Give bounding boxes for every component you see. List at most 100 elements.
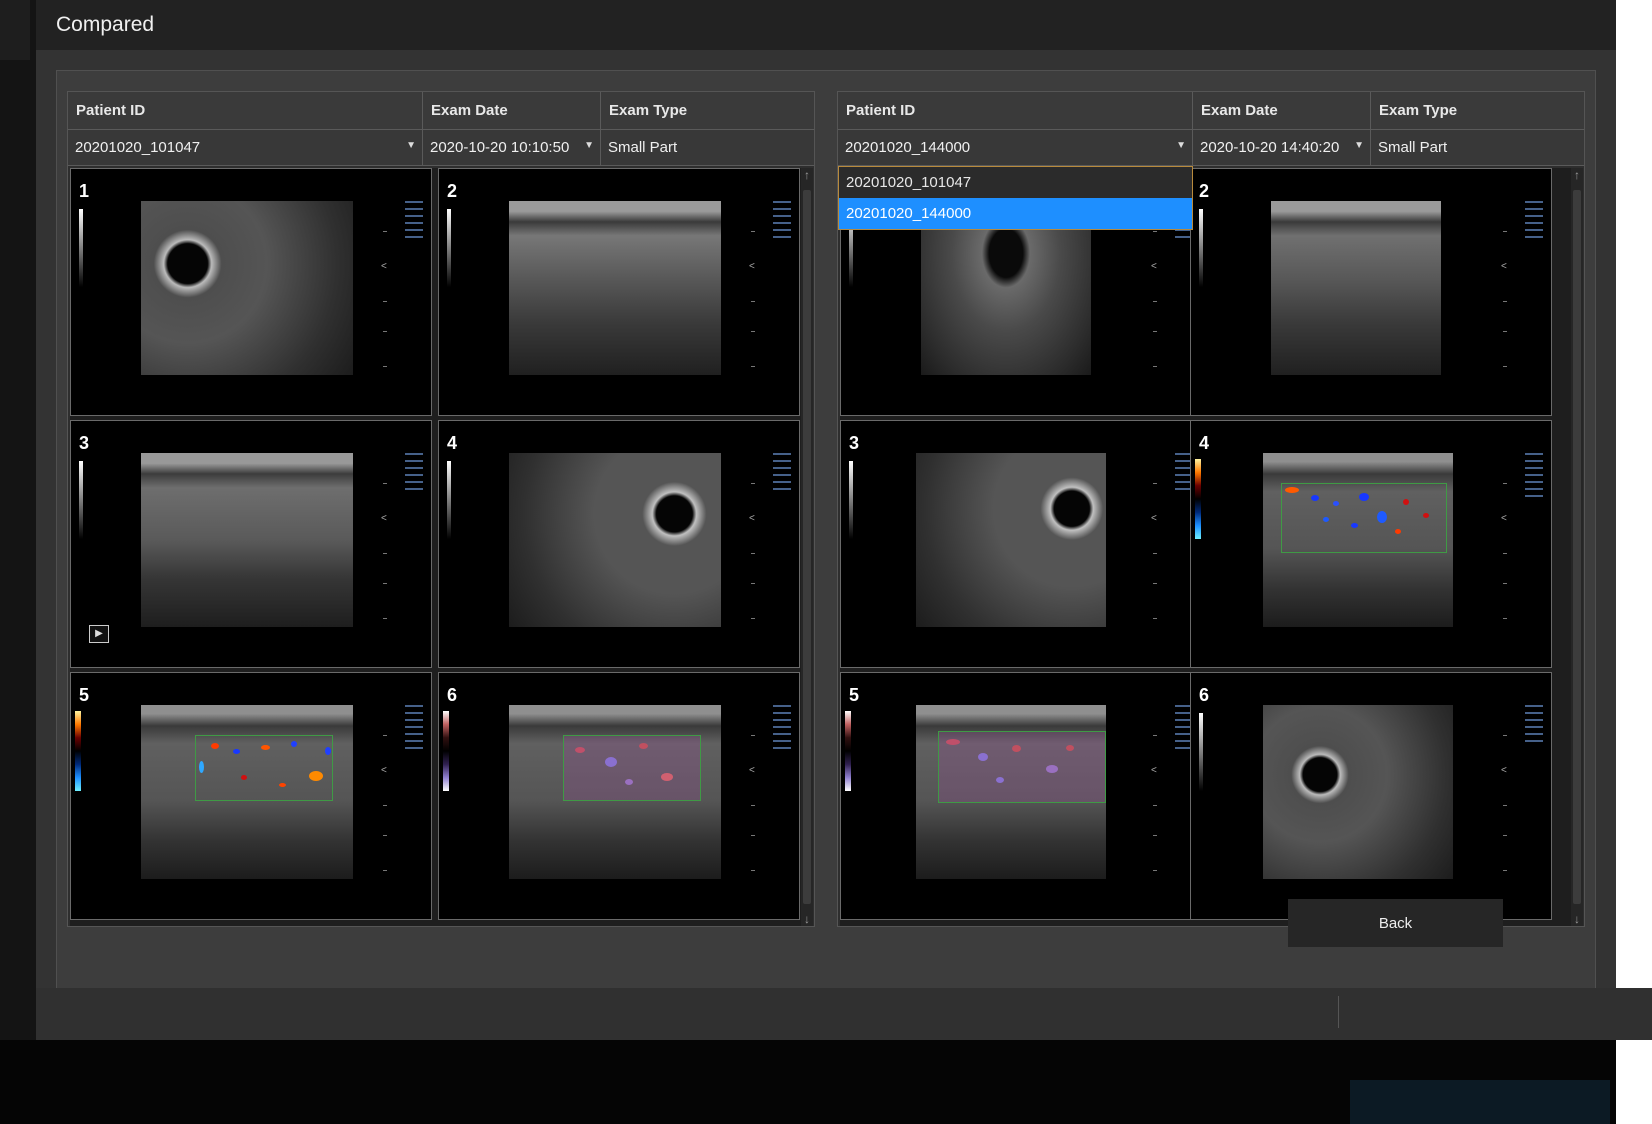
right-scrollbar[interactable]: ↑ ↓ <box>1571 168 1583 926</box>
ultrasound-image <box>509 705 721 879</box>
scan-parameters <box>773 453 795 495</box>
right-image-4[interactable]: 4 < <box>1190 420 1552 668</box>
arrow-down-icon[interactable]: ↓ <box>1571 912 1583 926</box>
bottom-panel <box>1350 1080 1610 1124</box>
left-patient-id-header: Patient ID <box>68 92 423 130</box>
power-doppler-scale-bar <box>443 711 449 791</box>
ultrasound-image <box>916 453 1106 627</box>
ultrasound-image <box>141 453 353 627</box>
depth-scale: < <box>1151 453 1159 627</box>
image-number: 1 <box>79 181 90 201</box>
left-image-3[interactable]: 3 < ▶ <box>70 420 432 668</box>
ultrasound-image <box>141 705 353 879</box>
image-number: 5 <box>849 685 860 705</box>
gray-scale-bar <box>1199 713 1203 791</box>
gray-scale-bar <box>447 209 451 287</box>
divider <box>1338 996 1339 1028</box>
arrow-up-icon[interactable]: ↑ <box>801 168 813 182</box>
depth-scale: < <box>749 453 757 627</box>
dialog-title-bar: Compared <box>36 0 1616 50</box>
back-button[interactable]: Back <box>1288 899 1503 947</box>
color-flow-scale-bar <box>75 711 81 791</box>
left-image-1[interactable]: 1 < <box>70 168 432 416</box>
left-image-4[interactable]: 4 < <box>438 420 800 668</box>
right-image-5[interactable]: 5 < <box>840 672 1202 920</box>
compare-dialog: Compared Patient ID Exam Date Exam Type … <box>36 0 1652 1040</box>
dropdown-option[interactable]: 20201020_101047 <box>839 167 1192 198</box>
image-number: 6 <box>1199 685 1210 705</box>
ultrasound-image <box>141 201 353 375</box>
depth-scale: < <box>1501 453 1509 627</box>
left-exam-date-value: 2020-10-20 10:10:50 <box>430 139 570 156</box>
left-exam-type-header: Exam Type <box>601 92 814 130</box>
right-image-grid: 1 < 2 < 3 < <box>840 168 1571 926</box>
right-exam-date-value: 2020-10-20 14:40:20 <box>1200 139 1340 156</box>
ultrasound-image <box>1263 705 1453 879</box>
depth-scale: < <box>1501 201 1509 375</box>
ultrasound-image <box>509 453 721 627</box>
image-number: 6 <box>447 685 458 705</box>
ultrasound-image <box>1271 201 1441 375</box>
left-exam-panel: Patient ID Exam Date Exam Type 20201020_… <box>67 91 815 927</box>
scan-parameters <box>773 705 795 754</box>
left-image-2[interactable]: 2 < <box>438 168 800 416</box>
image-number: 4 <box>1199 433 1210 453</box>
gray-scale-bar <box>849 461 853 539</box>
ultrasound-image <box>509 201 721 375</box>
right-image-3[interactable]: 3 < <box>840 420 1202 668</box>
color-flow-scale-bar <box>1195 459 1201 539</box>
arrow-down-icon[interactable]: ↓ <box>801 912 813 926</box>
gray-scale-bar <box>1199 209 1203 287</box>
gray-scale-bar <box>79 461 83 539</box>
right-exam-date-header: Exam Date <box>1193 92 1371 130</box>
right-image-2[interactable]: 2 < <box>1190 168 1552 416</box>
image-number: 4 <box>447 433 458 453</box>
caret-down-icon: ▼ <box>406 140 416 151</box>
depth-scale: < <box>381 453 389 627</box>
right-exam-date-select[interactable]: 2020-10-20 14:40:20 ▼ <box>1193 130 1371 166</box>
depth-scale: < <box>749 705 757 879</box>
color-box <box>938 731 1106 803</box>
right-exam-type-header: Exam Type <box>1371 92 1584 130</box>
scan-parameters <box>405 453 427 495</box>
left-image-grid: 1 < 2 < 3 < ▶ 4 < 5 < 6 < <box>70 168 801 926</box>
left-side-strip <box>0 0 37 1040</box>
ultrasound-image <box>1263 453 1453 627</box>
left-exam-date-header: Exam Date <box>423 92 601 130</box>
image-number: 3 <box>849 433 860 453</box>
scroll-thumb[interactable] <box>1573 190 1581 904</box>
play-icon[interactable]: ▶ <box>89 625 109 643</box>
side-tab[interactable] <box>0 0 30 60</box>
ultrasound-image <box>916 705 1106 879</box>
depth-scale: < <box>749 201 757 375</box>
caret-down-icon: ▼ <box>584 140 594 151</box>
depth-scale: < <box>381 201 389 375</box>
bottom-bar <box>0 1040 1616 1124</box>
patient-id-dropdown-list: 20201020_101047 20201020_144000 <box>838 166 1193 230</box>
scan-parameters <box>1525 201 1547 243</box>
left-scrollbar[interactable]: ↑ ↓ <box>801 168 813 926</box>
caret-down-icon: ▼ <box>1176 140 1186 151</box>
left-image-6[interactable]: 6 < <box>438 672 800 920</box>
left-exam-type-value: Small Part <box>601 130 814 166</box>
dialog-title: Compared <box>56 13 155 36</box>
right-exam-panel: Patient ID Exam Date Exam Type 20201020_… <box>837 91 1585 927</box>
right-image-6[interactable]: 6 < <box>1190 672 1552 920</box>
depth-scale: < <box>1501 705 1509 879</box>
scan-parameters <box>773 201 795 243</box>
gray-scale-bar <box>447 461 451 539</box>
left-image-5[interactable]: 5 < <box>70 672 432 920</box>
left-exam-date-select[interactable]: 2020-10-20 10:10:50 ▼ <box>423 130 601 166</box>
arrow-up-icon[interactable]: ↑ <box>1571 168 1583 182</box>
dropdown-option-selected[interactable]: 20201020_144000 <box>839 198 1192 229</box>
image-number: 2 <box>447 181 458 201</box>
compare-frame: Patient ID Exam Date Exam Type 20201020_… <box>56 70 1596 1016</box>
scan-parameters <box>405 201 427 243</box>
right-exam-type-value: Small Part <box>1371 130 1584 166</box>
left-patient-id-select[interactable]: 20201020_101047 ▼ <box>68 130 423 166</box>
depth-scale: < <box>1151 705 1159 879</box>
scroll-thumb[interactable] <box>803 190 811 904</box>
right-patient-id-select[interactable]: 20201020_144000 ▼ <box>838 130 1193 166</box>
status-bar <box>36 988 1652 1040</box>
color-box <box>563 735 701 801</box>
